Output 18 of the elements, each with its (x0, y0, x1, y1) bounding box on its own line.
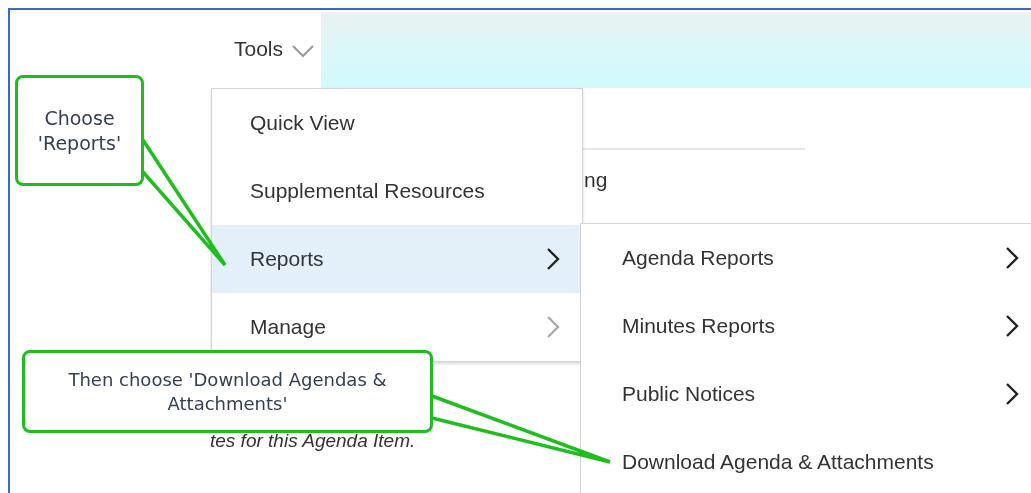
heading-text: ng (584, 168, 608, 192)
chevron-right-icon (1005, 382, 1019, 406)
menu-item[interactable]: Reports (212, 225, 582, 293)
menu-item[interactable]: Agenda Reports (581, 224, 1031, 292)
chevron-down-icon (291, 44, 316, 58)
menu-item[interactable]: Minutes Reports (581, 292, 1031, 360)
menu-item[interactable]: Download Agenda & Attachments (581, 428, 1031, 493)
menu-item[interactable]: Supplemental Resources (212, 157, 582, 225)
annotation-tooltip: Then choose 'Download Agendas & Attachments' (22, 350, 433, 433)
note-text: tes for this Agenda Item. (210, 430, 416, 452)
chevron-right-icon (1005, 246, 1019, 270)
chevron-right-icon (546, 247, 560, 271)
menu-item[interactable]: Public Notices (581, 360, 1031, 428)
annotation-tooltip: Choose 'Reports' (15, 75, 144, 186)
menu-item[interactable]: Quick View (212, 89, 582, 157)
chevron-right-icon (1005, 314, 1019, 338)
chevron-right-icon (546, 315, 560, 339)
tools-menu-button[interactable]: Tools (234, 10, 320, 88)
